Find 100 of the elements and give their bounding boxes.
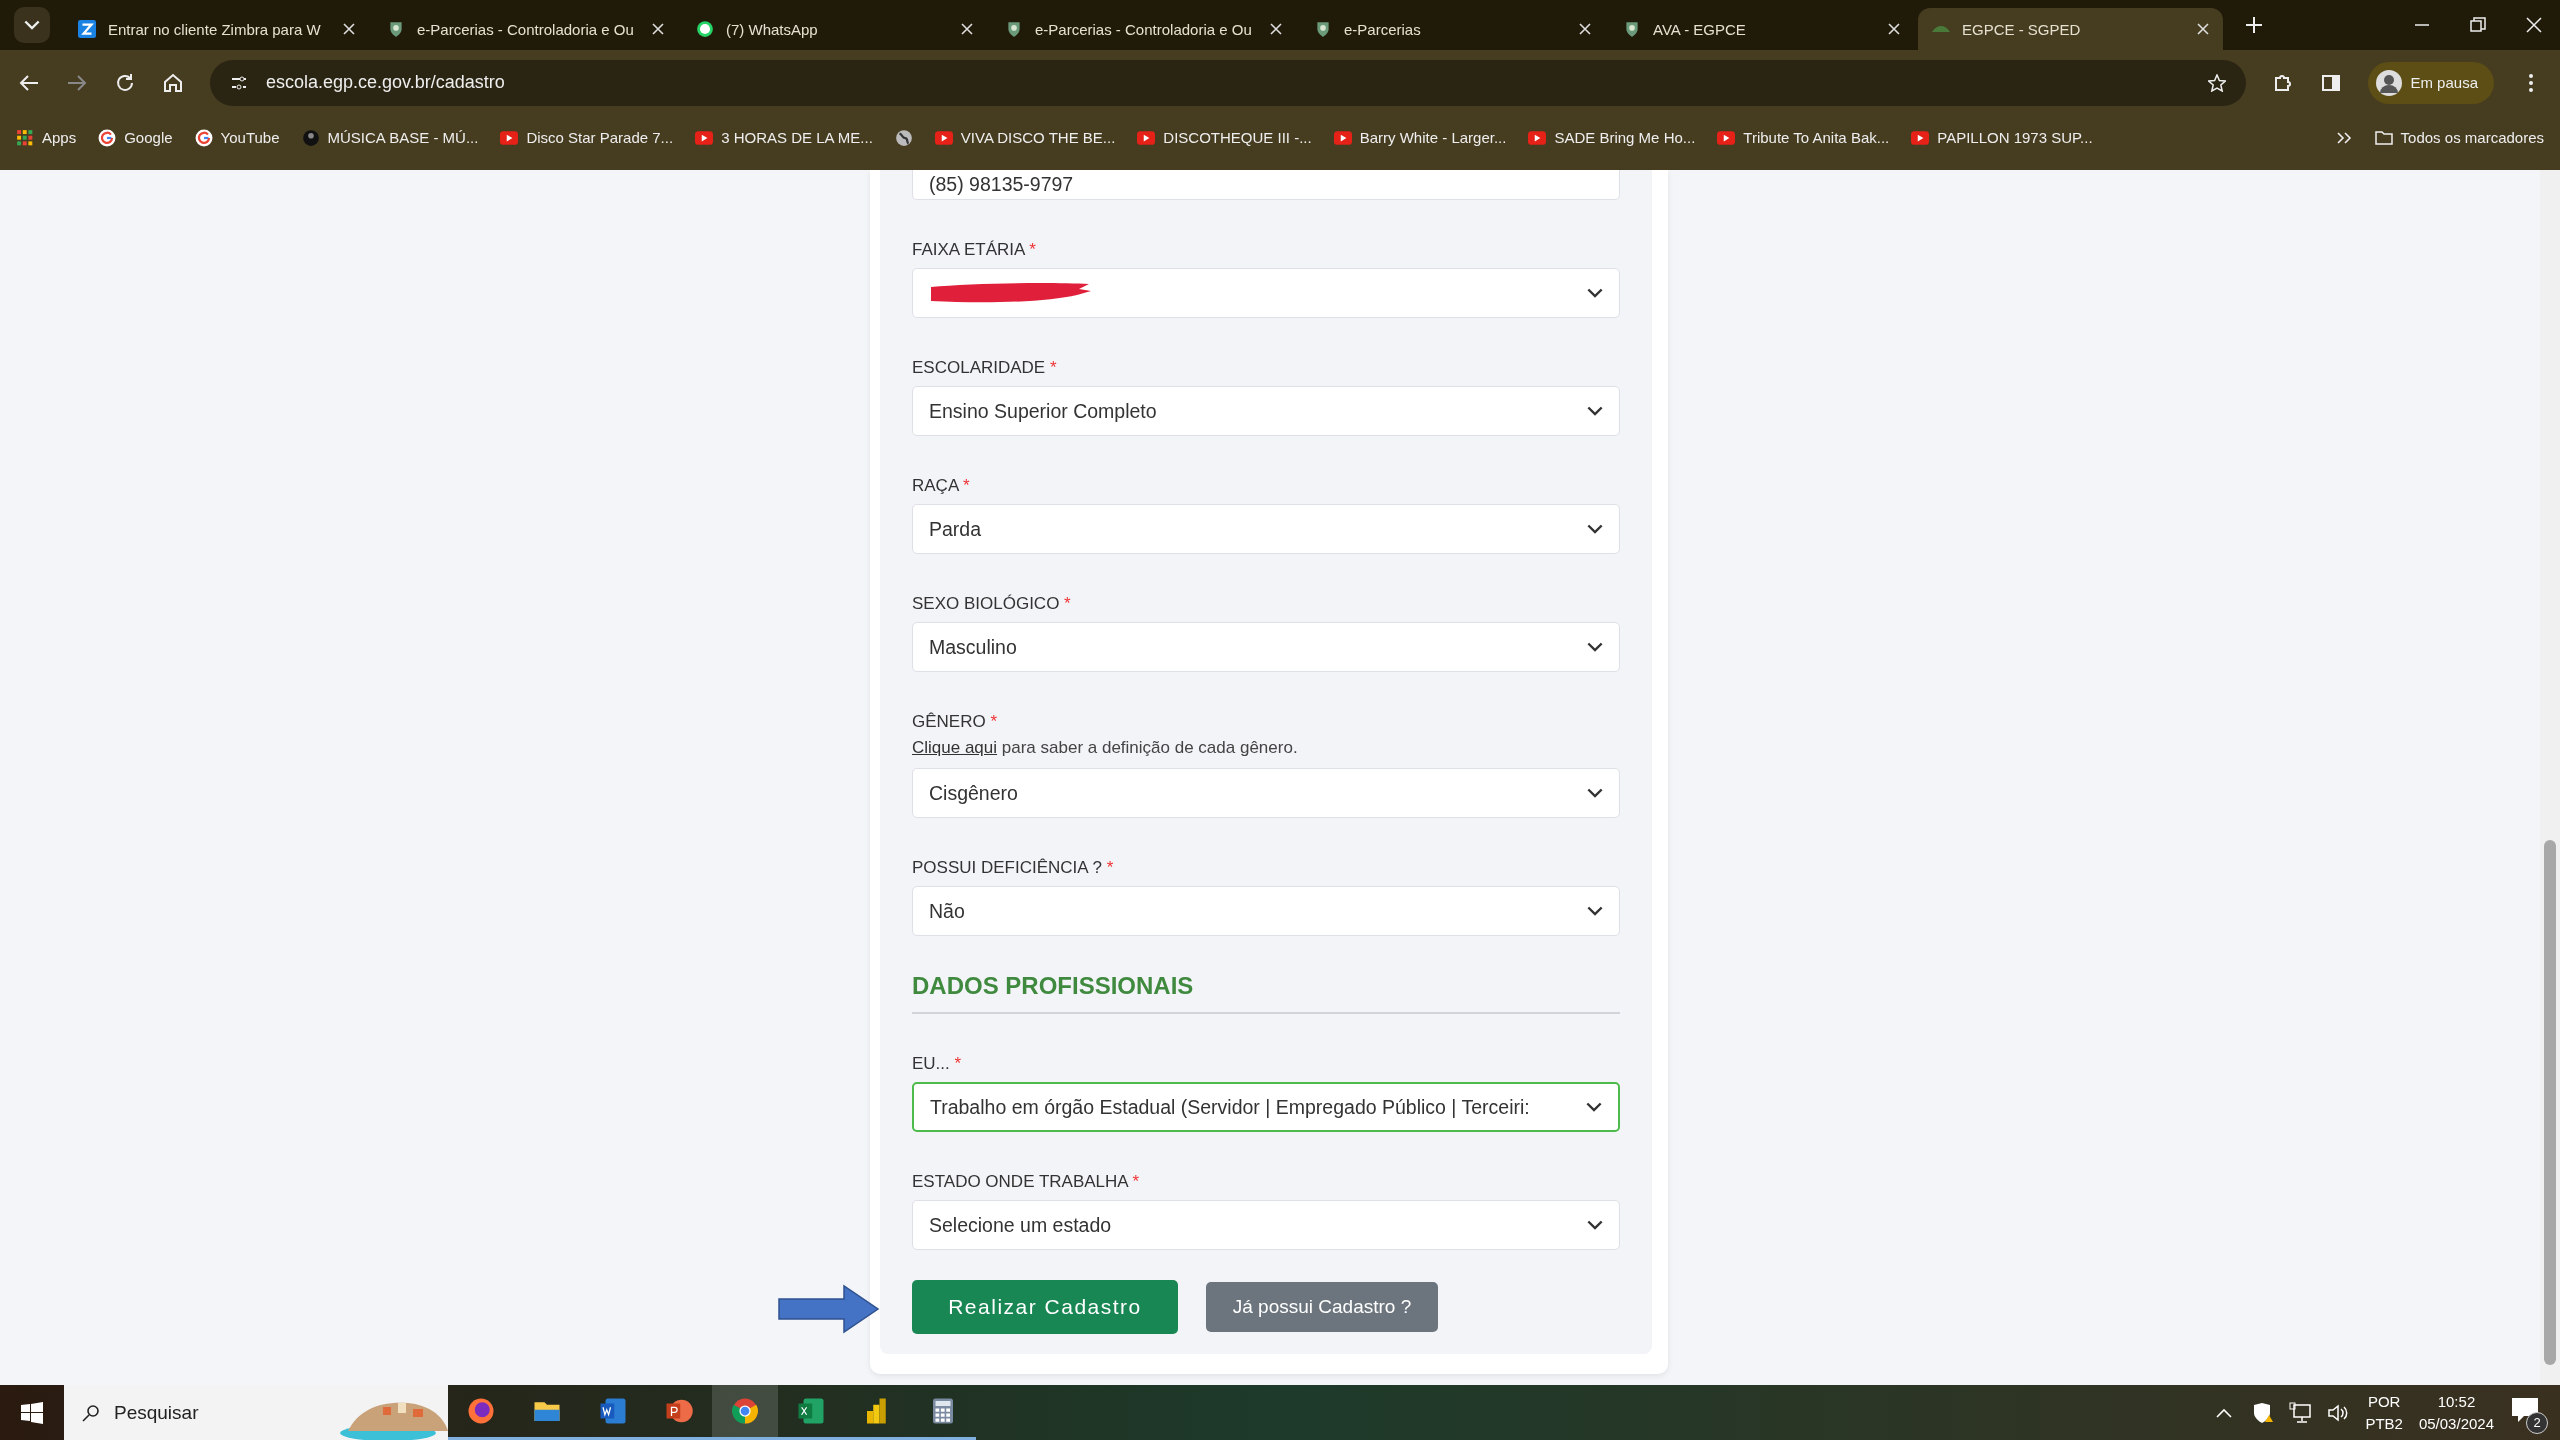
language-indicator[interactable]: POR [2367,1390,2401,1413]
select-field[interactable]: Masculino [912,622,1620,672]
browser-tab[interactable]: Entrar no cliente Zimbra para W [64,8,369,50]
bookmark[interactable]: 3 HORAS DE LA ME... [695,128,873,147]
google-logo-icon [98,128,117,147]
bookmark[interactable]: Apps [16,128,77,147]
home-icon[interactable] [162,71,184,94]
clock-date[interactable]: 05/03/2024 [2418,1412,2494,1435]
excel-icon[interactable] [796,1396,826,1426]
required-asterisk: * [990,712,998,731]
taskbar-search[interactable]: Pesquisar [64,1385,448,1440]
browser-tab[interactable]: e-Parcerias [1300,8,1605,50]
shield-warning-icon[interactable] [2251,1401,2274,1424]
profile-button[interactable]: Em pausa [2368,61,2494,104]
select-field[interactable] [912,268,1620,318]
site-settings-icon[interactable] [230,73,248,92]
star-icon[interactable] [2208,73,2227,92]
browser-tab[interactable]: e-Parcerias - Controladoria e Ou [991,8,1296,50]
bookmark[interactable]: PAPILLON 1973 SUP... [1911,128,2093,147]
field-label: SEXO BIOLÓGICO [912,594,1060,613]
login-button[interactable]: Já possui Cadastro ? [1206,1282,1438,1332]
windows-logo-icon [21,1401,43,1424]
video-play-icon [500,128,519,147]
video-play-icon [1137,128,1156,147]
select-field[interactable]: Não [912,886,1620,936]
video-play-icon [934,128,953,147]
all-bookmarks-button[interactable]: Todos os marcadores [2374,128,2544,147]
chrome-icon[interactable] [730,1396,760,1426]
field-label: ESTADO ONDE TRABALHA [912,1172,1128,1191]
leaf-icon [1932,25,1950,33]
search-icon [82,1403,100,1422]
video-play-icon [1333,128,1352,147]
chevron-down-icon [1587,787,1603,799]
avatar-icon [301,128,320,147]
select-field[interactable]: Parda [912,504,1620,554]
browser-tab[interactable]: (7) WhatsApp [682,8,987,50]
taskbar-app[interactable] [712,1385,778,1440]
globe-icon [894,128,913,147]
select-field[interactable]: Cisgênero [912,768,1620,818]
close-icon[interactable] [343,23,355,35]
chevron-down-icon [1587,1219,1603,1231]
field-label: RAÇA [912,476,959,495]
bookmark[interactable]: Barry White - Larger... [1333,128,1507,147]
bookmark[interactable]: Tribute To Anita Bak... [1717,128,1890,147]
required-asterisk: * [1064,594,1071,613]
tab-search-button[interactable] [14,7,50,43]
reload-icon[interactable] [114,71,136,94]
folder-icon [2374,128,2393,147]
close-icon[interactable] [961,23,973,35]
firefox-icon[interactable] [466,1396,496,1426]
required-asterisk: * [1132,1172,1140,1191]
bookmark[interactable]: SADE Bring Me Ho... [1528,128,1696,147]
apps-grid-icon [16,128,34,147]
phone-field[interactable]: (85) 98135-9797 [912,170,1620,200]
notification-count: 2 [2526,1411,2548,1434]
emblem-icon [1005,20,1023,38]
video-play-icon [695,128,714,147]
chevron-down-icon [1587,905,1603,917]
select-field[interactable]: Trabalho em órgão Estadual (Servidor | Empregado Público | Terceiri: [912,1082,1620,1132]
select-field[interactable]: Ensino Superior Completo [912,386,1620,436]
scrollbar[interactable] [2540,170,2560,1385]
tab-favicon-icon [78,20,96,38]
bookmark[interactable]: Google [98,128,173,147]
field-label: FAIXA ETÁRIA [912,240,1025,259]
bookmark[interactable]: DISCOTHEQUE III -... [1137,128,1312,147]
bookmark[interactable]: Disco Star Parade 7... [500,128,674,147]
close-icon[interactable] [1579,23,1591,35]
close-icon[interactable] [652,23,664,35]
select-field[interactable]: Selecione um estado [912,1200,1620,1250]
help-link[interactable]: Clique aqui [912,738,998,757]
chevron-down-icon [1587,523,1603,535]
browser-tab[interactable]: e-Parcerias - Controladoria e Ou [373,8,678,50]
required-asterisk: * [963,476,970,495]
browser-tab[interactable]: EGPCE - SGPED [1918,8,2223,50]
close-icon[interactable] [1888,23,1900,35]
chat-bubble-icon [696,20,714,38]
keyboard-layout[interactable]: PTB2 [2365,1412,2403,1435]
word-icon[interactable] [598,1396,628,1426]
close-icon[interactable] [2197,23,2209,35]
help-text: Clique aqui para saber a definição de cada gênero. [912,738,1299,758]
close-icon[interactable] [1270,23,1282,35]
bookmark[interactable]: YouTube [194,128,280,147]
network-icon[interactable] [2289,1401,2312,1424]
video-play-icon [1911,128,1930,147]
field-label: POSSUI DEFICIÊNCIA ? [912,858,1102,877]
bookmark[interactable]: VIVA DISCO THE BE... [934,128,1116,147]
required-asterisk: * [954,1054,962,1073]
address-bar[interactable]: escola.egp.ce.gov.br/cadastro [210,59,2247,106]
browser-tab[interactable]: AVA - EGPCE [1609,8,1914,50]
avatar-icon [2376,69,2403,96]
video-play-icon [1717,128,1736,147]
video-play-icon [1528,128,1547,147]
chevron-down-icon [1587,405,1603,417]
clock-time[interactable]: 10:52 [2437,1390,2476,1413]
bookmark[interactable]: MÚSICA BASE - MÚ... [301,128,479,147]
required-asterisk: * [1106,858,1114,877]
field-label: ESCOLARIDADE [912,358,1046,377]
chevron-down-icon [1586,1101,1602,1113]
section-title: DADOS PROFISSIONAIS [912,972,1195,1000]
register-button[interactable]: Realizar Cadastro [912,1280,1178,1334]
